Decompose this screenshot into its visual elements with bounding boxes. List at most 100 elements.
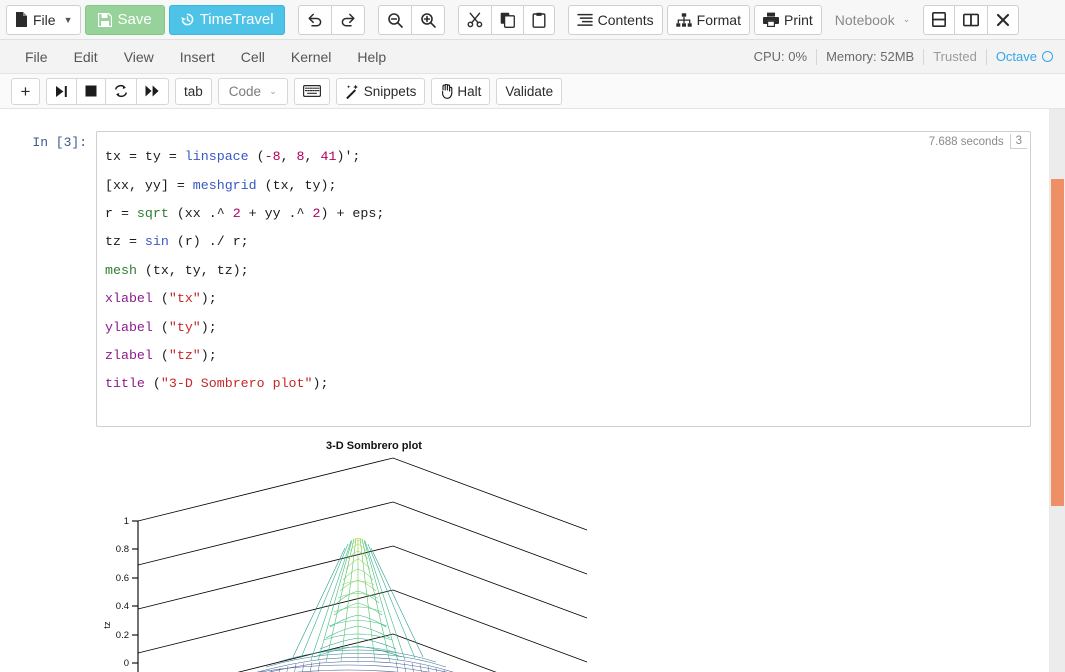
z-axis-label: tz [102, 621, 113, 629]
code-line: title ("3-D Sombrero plot"); [105, 377, 1022, 391]
plot-title: 3-D Sombrero plot [326, 440, 422, 452]
z-tick: 1 [124, 516, 129, 527]
cpu-status: CPU: 0% [745, 49, 816, 65]
code-line: zlabel ("tz"); [105, 349, 1022, 363]
snippets-label: Snippets [364, 84, 417, 99]
z-tick: 0.4 [116, 601, 129, 612]
chevron-down-icon: ⌄ [269, 86, 277, 97]
vertical-scrollbar-thumb[interactable] [1051, 179, 1064, 506]
zoom-in-button[interactable] [411, 5, 445, 35]
snippets-button[interactable]: Snippets [336, 78, 426, 105]
magic-wand-icon [345, 84, 360, 99]
fast-forward-icon [145, 85, 160, 97]
code-editor[interactable]: 7.688 seconds 3 tx = ty = linspace (-8, … [96, 131, 1031, 427]
menu-item-file[interactable]: File [12, 40, 61, 74]
code-cell: In [3]: 7.688 seconds 3 tx = ty = linspa… [0, 109, 1049, 427]
run-cell-button[interactable] [46, 78, 76, 105]
chevron-down-icon: ▼ [64, 15, 73, 25]
undo-button[interactable] [298, 5, 331, 35]
save-button[interactable]: Save [85, 5, 164, 35]
file-menu-button[interactable]: File ▼ [6, 5, 81, 35]
code-line: mesh (tx, ty, tz); [105, 264, 1022, 278]
code-line: tz = sin (r) ./ r; [105, 235, 1022, 249]
code-line: ylabel ("ty"); [105, 321, 1022, 335]
kernel-name-label: Octave [996, 49, 1037, 64]
z-tick: 0.8 [116, 544, 129, 555]
split-vertical-button[interactable] [954, 5, 987, 35]
split-horizontal-button[interactable] [923, 5, 954, 35]
validate-label: Validate [505, 84, 553, 99]
run-icon [55, 85, 68, 98]
zoom-in-icon [420, 12, 436, 28]
redo-button[interactable] [331, 5, 365, 35]
z-tick: 0.2 [116, 630, 129, 641]
validate-button[interactable]: Validate [496, 78, 562, 105]
status-area: CPU: 0% Memory: 52MB Trusted Octave [745, 40, 1065, 74]
halt-label: Halt [457, 84, 481, 99]
paste-button[interactable] [523, 5, 555, 35]
kernel-idle-icon [1042, 51, 1053, 62]
save-label: Save [117, 11, 151, 28]
undo-icon [307, 12, 323, 27]
contents-icon [577, 13, 593, 27]
add-cell-button[interactable]: + [11, 78, 40, 105]
kernel-status[interactable]: Octave [986, 49, 1055, 65]
menu-item-help[interactable]: Help [344, 40, 399, 74]
zoom-out-icon [387, 12, 403, 28]
restart-kernel-button[interactable] [105, 78, 136, 105]
cell-type-select[interactable]: Code ⌄ [218, 78, 288, 105]
notebook-body: In [3]: 7.688 seconds 3 tx = ty = linspa… [0, 109, 1065, 672]
trusted-status: Trusted [923, 49, 986, 65]
split-vertical-icon [963, 13, 979, 27]
cell-toolbar: + tab Code ⌄ Snippets [0, 74, 1065, 109]
run-all-button[interactable] [136, 78, 169, 105]
halt-button[interactable]: Halt [431, 78, 490, 105]
redo-icon [340, 12, 356, 27]
print-label: Print [784, 12, 813, 28]
contents-button[interactable]: Contents [568, 5, 663, 35]
file-icon [15, 12, 28, 27]
file-menu-label: File [33, 12, 56, 28]
menu-bar: File Edit View Insert Cell Kernel Help C… [0, 40, 1065, 74]
execution-time: 7.688 seconds [923, 135, 1010, 149]
notebook-page: In [3]: 7.688 seconds 3 tx = ty = linspa… [0, 109, 1050, 672]
copy-button[interactable] [491, 5, 523, 35]
stop-icon [85, 85, 97, 97]
save-icon [98, 13, 112, 27]
code-content: tx = ty = linspace (-8, 8, 41)'; [xx, yy… [105, 136, 1022, 420]
close-icon [996, 13, 1010, 27]
timetravel-button[interactable]: TimeTravel [169, 5, 285, 35]
tab-label: tab [184, 84, 203, 99]
menu-item-insert[interactable]: Insert [167, 40, 228, 74]
printer-icon [763, 12, 779, 27]
code-line: tx = ty = linspace (-8, 8, 41)'; [105, 150, 1022, 164]
notebook-mode-select[interactable]: Notebook ⌄ [826, 5, 919, 35]
print-button[interactable]: Print [754, 5, 822, 35]
format-label: Format [697, 12, 741, 28]
execution-count-badge: 3 [1010, 134, 1027, 149]
zoom-out-button[interactable] [378, 5, 411, 35]
timetravel-label: TimeTravel [200, 11, 274, 28]
z-tick: 0.6 [116, 573, 129, 584]
memory-status: Memory: 52MB [816, 49, 923, 65]
menu-item-edit[interactable]: Edit [61, 40, 111, 74]
split-horizontal-icon [932, 12, 946, 27]
menu-item-view[interactable]: View [111, 40, 167, 74]
close-button[interactable] [987, 5, 1019, 35]
copy-icon [500, 12, 515, 28]
menu-item-cell[interactable]: Cell [228, 40, 278, 74]
refresh-icon [114, 84, 128, 98]
menu-item-kernel[interactable]: Kernel [278, 40, 344, 74]
format-button[interactable]: Format [667, 5, 750, 35]
history-icon [180, 12, 195, 27]
tab-button[interactable]: tab [175, 78, 212, 105]
cut-button[interactable] [458, 5, 491, 35]
sombrero-3d-plot: 3-D Sombrero plot [96, 435, 656, 672]
stop-button[interactable] [76, 78, 105, 105]
plus-icon: + [21, 83, 31, 100]
contents-label: Contents [598, 12, 654, 28]
cell-output: 3-D Sombrero plot [0, 427, 1049, 672]
keyboard-shortcuts-button[interactable] [294, 78, 330, 105]
vertical-scrollbar-track[interactable] [1050, 109, 1065, 672]
scissors-icon [467, 12, 483, 28]
